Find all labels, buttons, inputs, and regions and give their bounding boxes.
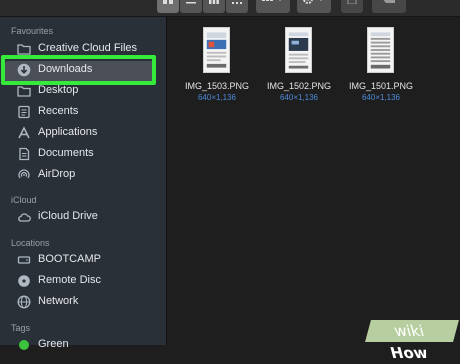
section-title-locations: Locations: [11, 238, 50, 248]
file-name: IMG_1501.PNG: [348, 81, 414, 91]
group-button[interactable]: [256, 0, 290, 13]
recents-icon: [18, 105, 30, 119]
green-tag-dot-icon: [19, 340, 29, 350]
sidebar-item-airdrop[interactable]: AirDrop: [0, 165, 166, 185]
file-item-img-1502[interactable]: IMG_1502.PNG 640×1,136: [259, 27, 339, 117]
sidebar-item-tag-green[interactable]: Green: [0, 335, 166, 355]
applications-icon: [18, 126, 30, 139]
sidebar-item-recents[interactable]: Recents: [0, 102, 166, 122]
tag-icon: [383, 0, 395, 3]
icon-view-button[interactable]: [157, 0, 179, 13]
column-view-icon: [209, 0, 219, 4]
sidebar-item-network[interactable]: Network: [0, 292, 166, 312]
file-thumbnail: [203, 27, 230, 73]
action-button[interactable]: [297, 0, 331, 13]
toolbar: [0, 0, 460, 17]
file-dimensions: 640×1,136: [361, 93, 401, 102]
file-name: IMG_1503.PNG: [184, 81, 250, 91]
group-icon: [262, 0, 281, 1]
gallery-view-button[interactable]: [226, 0, 248, 13]
column-view-button[interactable]: [203, 0, 225, 13]
folder-icon: [17, 44, 31, 55]
gallery-view-icon: [232, 2, 242, 4]
file-item-img-1501[interactable]: IMG_1501.PNG 640×1,136: [341, 27, 421, 117]
list-view-icon: [186, 2, 196, 4]
desktop-folder-icon: [17, 86, 31, 97]
file-name: IMG_1502.PNG: [266, 81, 332, 91]
sidebar-item-documents[interactable]: Documents: [0, 144, 166, 164]
network-icon: [17, 295, 31, 309]
tag-button[interactable]: [372, 0, 406, 13]
share-icon: [347, 0, 357, 4]
sidebar-item-icloud-drive[interactable]: iCloud Drive: [0, 207, 166, 227]
file-thumbnail: [285, 27, 312, 73]
gear-icon: [303, 0, 322, 4]
file-browser-content: IMG_1503.PNG 640×1,136 IMG_1502.PNG 640×…: [167, 17, 460, 345]
airdrop-icon: [18, 169, 30, 179]
list-view-button[interactable]: [180, 0, 202, 13]
cloud-icon: [18, 213, 31, 222]
sidebar-item-bootcamp[interactable]: BOOTCAMP: [0, 250, 166, 270]
sidebar-item-remote-disc[interactable]: Remote Disc: [0, 271, 166, 291]
documents-icon: [19, 147, 30, 161]
file-thumbnail: [367, 27, 394, 73]
icon-view-icon: [163, 0, 173, 4]
file-dimensions: 640×1,136: [197, 93, 237, 102]
section-title-favourites: Favourites: [11, 26, 54, 36]
highlight-box: [1, 55, 156, 85]
file-dimensions: 640×1,136: [279, 93, 319, 102]
drive-icon: [17, 256, 31, 264]
share-button[interactable]: [341, 0, 363, 13]
section-title-tags: Tags: [11, 323, 31, 333]
wikihow-watermark: wiki How: [365, 320, 459, 362]
disc-icon: [18, 275, 30, 287]
section-title-icloud: iCloud: [11, 195, 37, 205]
sidebar-item-applications[interactable]: Applications: [0, 123, 166, 143]
file-item-img-1503[interactable]: IMG_1503.PNG 640×1,136: [177, 27, 257, 117]
